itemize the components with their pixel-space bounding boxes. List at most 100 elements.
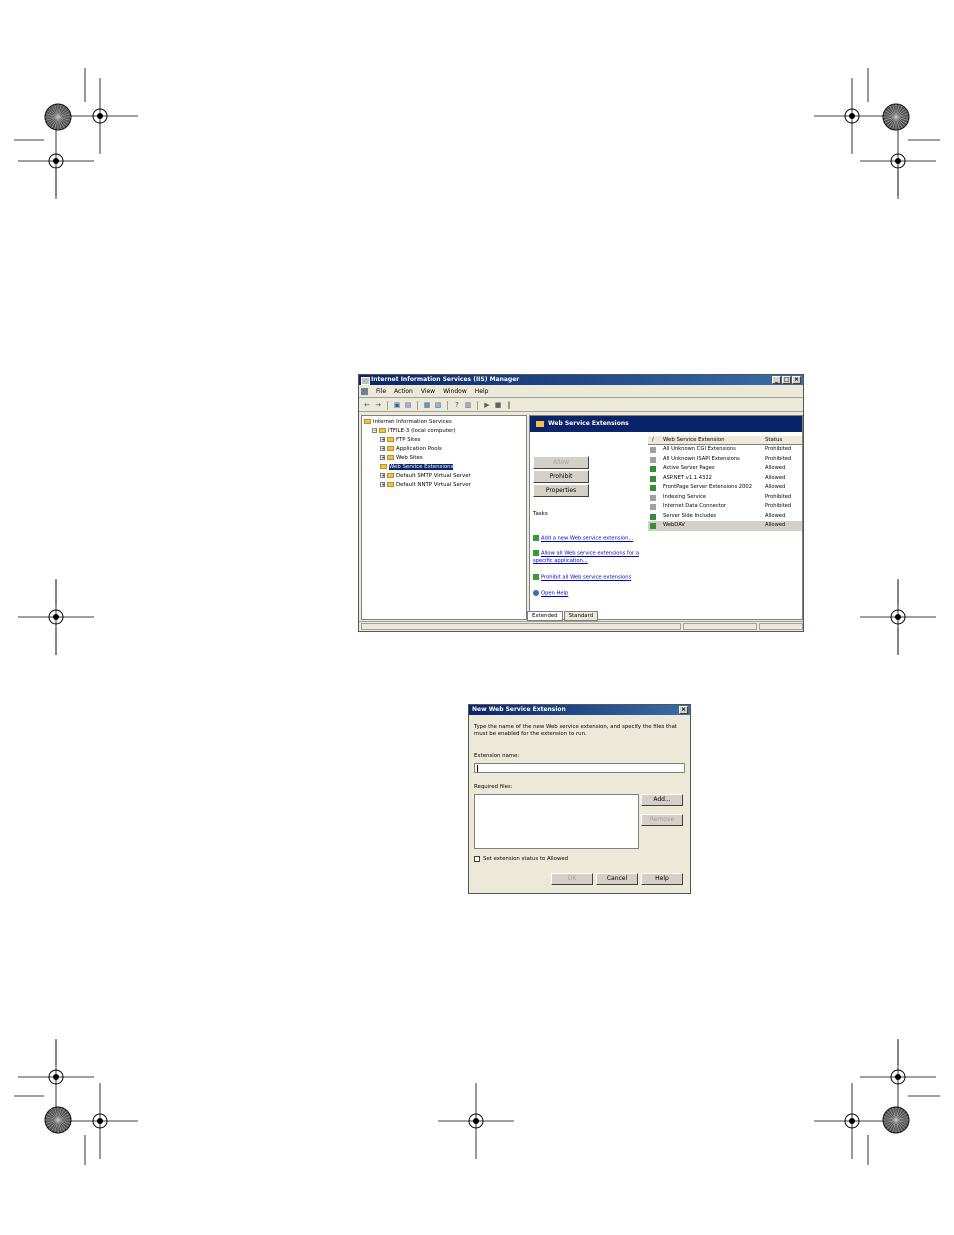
task-allow-for-app[interactable]: Allow all Web service extensions for a [533,550,639,557]
menu-help[interactable]: Help [475,388,489,395]
view-tabs: Extended Standard [527,611,599,621]
tree-item[interactable]: + FTP Sites [380,436,420,444]
iis-manager-window: Internet Information Services (IIS) Mana… [358,374,804,632]
menu-window[interactable]: Window [443,388,467,395]
properties-button[interactable]: Properties [533,484,589,497]
dialog-titlebar[interactable]: New Web Service Extension × [469,705,690,715]
expand-icon[interactable]: + [380,437,385,443]
folder-icon [387,446,394,451]
allowed-extension-icon [650,475,656,482]
pane-header: Web Service Extensions [530,416,802,432]
forward-arrow-icon[interactable]: → [374,401,382,409]
allowed-extension-icon [650,466,656,472]
help-button[interactable]: Help [641,873,683,885]
show-tree-icon[interactable]: ▤ [404,401,412,409]
tree-item[interactable]: + Web Sites [380,454,423,462]
prohibit-button[interactable]: Prohibit [533,470,589,483]
expand-icon[interactable]: + [380,473,385,479]
back-arrow-icon[interactable]: ← [363,401,371,409]
folder-icon [387,437,394,442]
add-button[interactable]: Add... [641,794,683,806]
extension-status: Allowed [765,512,786,519]
iis-titlebar[interactable]: Internet Information Services (IIS) Mana… [359,375,803,385]
extensions-list: / Web Service Extension Status All Unkno… [648,436,802,554]
extension-name-label: Extension name: [474,753,520,759]
menu-view[interactable]: View [421,388,435,395]
dialog-close-button[interactable]: × [679,706,688,714]
ok-button[interactable]: OK [551,873,593,885]
extension-status: Allowed [765,465,786,471]
allowed-status-checkbox[interactable] [474,856,480,862]
allow-task-icon [533,550,539,556]
iis-window-title: Internet Information Services (IIS) Mana… [371,376,520,383]
tree-item[interactable]: + Application Pools [380,445,442,453]
up-folder-icon[interactable]: ▣ [393,401,401,409]
folder-icon [379,428,386,433]
tree-item-label: Web Service Extensions [389,464,454,470]
status-bar [359,621,803,631]
maximize-button[interactable]: □ [782,376,791,384]
text-cursor [477,765,478,772]
collapse-icon[interactable]: − [372,428,377,434]
col-header-status[interactable]: Status [765,437,782,443]
col-header-extension[interactable]: Web Service Extension [663,437,725,443]
extension-name: All Unknown ISAPI Extensions [663,455,740,462]
task-add-extension[interactable]: Add a new Web service extension... [533,535,633,542]
table-row[interactable]: Indexing Service Prohibited [648,493,802,503]
menu-file[interactable]: File [376,388,386,395]
stop-icon[interactable]: ■ [494,401,502,409]
extension-status: Prohibited [765,493,792,500]
tab-standard[interactable]: Standard [563,611,599,621]
allowed-extension-icon [650,523,656,529]
tree-item[interactable]: + Default NNTP Virtual Server [380,481,471,489]
allow-button[interactable]: Allow [533,456,589,469]
extension-name: Server Side Includes [663,512,717,519]
extension-name: All Unknown CGI Extensions [663,446,736,452]
expand-icon[interactable]: + [380,446,385,452]
table-row[interactable]: All Unknown CGI Extensions Prohibited [648,445,802,455]
extension-name-input[interactable] [474,763,685,773]
remove-button[interactable]: Remove [641,814,683,826]
expand-icon[interactable]: + [380,482,385,488]
details-pane: Web Service Extensions Allow Prohibit Pr… [529,415,803,620]
menu-action[interactable]: Action [394,388,413,395]
expand-icon[interactable]: + [380,455,385,461]
tasks-label: Tasks [533,511,548,517]
table-row[interactable]: Active Server Pages Allowed [648,464,802,474]
close-button[interactable]: × [792,376,801,384]
tree-item[interactable]: − ITFILE-3 (local computer) [372,427,456,435]
tree-item-label: Default NNTP Virtual Server [396,482,471,488]
table-row[interactable]: FrontPage Server Extensions 2002 Allowed [648,483,802,493]
table-row[interactable]: WebDAV Allowed [648,521,802,531]
task-prohibit-all[interactable]: Prohibit all Web service extensions [533,574,631,581]
table-row[interactable]: Internet Data Connector Prohibited [648,502,802,512]
cancel-button[interactable]: Cancel [596,873,638,885]
prohibited-extension-icon [650,456,656,463]
table-row[interactable]: ASP.NET v1.1.4322 Allowed [648,474,802,484]
tree-item-label: Web Sites [396,455,423,461]
task-open-help[interactable]: Open Help [533,590,568,597]
tree-item[interactable]: Web Service Extensions [380,463,454,471]
extension-status: Allowed [765,474,786,481]
extension-name: FrontPage Server Extensions 2002 [663,484,753,490]
minimize-button[interactable]: _ [772,376,781,384]
tree-item[interactable]: Internet Information Services [364,418,452,426]
task-allow-for-app-cont[interactable]: specific application... [533,558,588,564]
extension-name: ASP.NET v1.1.4322 [663,474,712,481]
prohibit-task-icon [533,574,539,580]
help-icon[interactable]: ? [453,401,461,409]
tree-item[interactable]: + Default SMTP Virtual Server [380,472,471,480]
pause-icon[interactable]: ‖ [505,401,513,409]
properties-icon[interactable]: ▦ [423,401,431,409]
console-icon[interactable] [361,388,368,395]
table-row[interactable]: All Unknown ISAPI Extensions Prohibited [648,455,802,465]
play-icon[interactable]: ▶ [483,401,491,409]
export-list-icon[interactable]: ▧ [434,401,442,409]
computer-icon[interactable]: ▥ [464,401,472,409]
required-files-list[interactable] [474,794,639,849]
console-tree: Internet Information Services − ITFILE-3 (… [361,415,527,620]
tab-extended[interactable]: Extended [527,611,563,621]
table-row[interactable]: Server Side Includes Allowed [648,512,802,522]
extension-status: Allowed [765,522,786,528]
pane-title: Web Service Extensions [548,420,629,427]
